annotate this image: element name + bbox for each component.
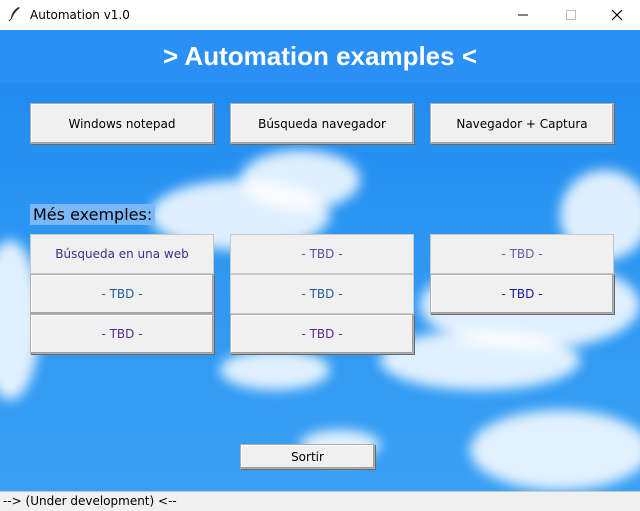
tbd-button[interactable]: - TBD - xyxy=(430,274,614,314)
button-label: Navegador + Captura xyxy=(456,116,588,131)
minimize-button[interactable] xyxy=(500,0,546,30)
navegador-captura-button[interactable]: Navegador + Captura xyxy=(430,103,614,144)
tbd-button[interactable]: - TBD - xyxy=(430,234,614,274)
button-label: - TBD - xyxy=(301,247,343,261)
button-label: - TBD - xyxy=(101,287,143,301)
sortir-button[interactable]: Sortir xyxy=(240,444,375,469)
status-bar: --> (Under development) <-- xyxy=(0,491,640,511)
tbd-button[interactable]: - TBD - xyxy=(230,274,414,314)
more-examples-label: Més exemples: xyxy=(30,204,156,225)
button-label: Sortir xyxy=(291,449,324,464)
close-icon xyxy=(611,9,623,21)
tbd-button[interactable]: - TBD - xyxy=(230,234,414,274)
tbd-button[interactable]: - TBD - xyxy=(30,314,214,354)
busqueda-web-button[interactable]: Búsqueda en una web xyxy=(30,234,214,274)
button-label: Windows notepad xyxy=(68,116,176,131)
tbd-button[interactable]: - TBD - xyxy=(30,274,214,314)
close-button[interactable] xyxy=(594,0,640,30)
button-label: - TBD - xyxy=(501,247,543,261)
window-titlebar: Automation v1.0 xyxy=(0,0,640,30)
maximize-icon xyxy=(566,10,576,20)
button-label: Búsqueda en una web xyxy=(55,247,189,261)
status-text: --> (Under development) <-- xyxy=(3,494,177,508)
window-title: Automation v1.0 xyxy=(30,8,130,22)
button-label: Búsqueda navegador xyxy=(258,116,386,131)
minimize-icon xyxy=(518,14,528,16)
feather-icon xyxy=(8,7,20,22)
button-label: - TBD - xyxy=(301,287,343,301)
header-banner: > Automation examples < xyxy=(0,30,640,83)
tbd-button[interactable]: - TBD - xyxy=(230,314,414,354)
windows-notepad-button[interactable]: Windows notepad xyxy=(30,103,214,144)
button-label: - TBD - xyxy=(501,287,543,301)
busqueda-navegador-button[interactable]: Búsqueda navegador xyxy=(230,103,414,144)
maximize-button[interactable] xyxy=(548,0,594,30)
main-panel: > Automation examples < Windows notepad … xyxy=(0,30,640,491)
button-label: - TBD - xyxy=(101,327,143,341)
button-label: - TBD - xyxy=(301,327,343,341)
page-title: > Automation examples < xyxy=(162,41,478,71)
